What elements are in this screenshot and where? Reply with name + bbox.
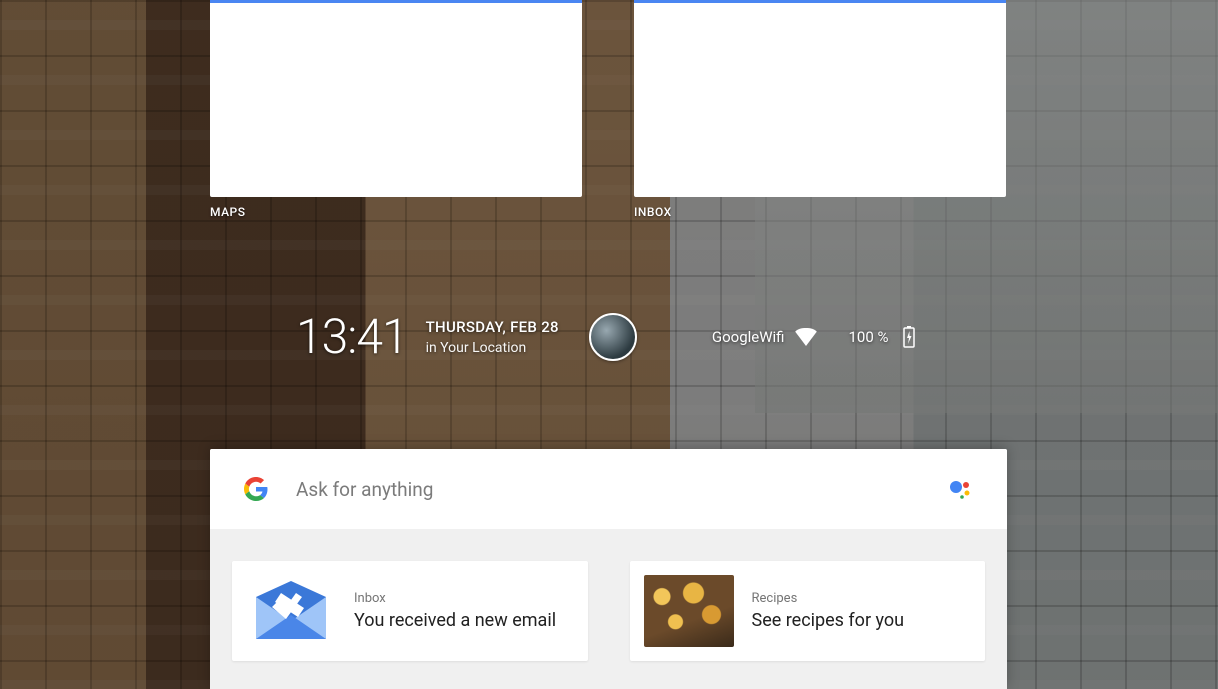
feed-card-label: Inbox	[354, 591, 556, 606]
clock-block: 13:41 THURSDAY, FEB 28 in Your Location	[296, 308, 559, 365]
status-row: 13:41 THURSDAY, FEB 28 in Your Location …	[0, 308, 1218, 365]
widget-maps-wrapper: MAPS	[210, 0, 582, 219]
widget-inbox-label: INBOX	[634, 205, 1006, 219]
clock-time: 13:41	[296, 308, 408, 365]
feed-card-inbox[interactable]: Inbox You received a new email	[232, 561, 588, 661]
search-input[interactable]	[296, 478, 947, 501]
widget-maps-label: MAPS	[210, 205, 582, 219]
widget-maps[interactable]	[210, 0, 582, 197]
feed-card-recipes[interactable]: Recipes See recipes for you	[630, 561, 986, 661]
search-bar[interactable]	[210, 449, 1007, 529]
battery-percent: 100 %	[849, 328, 889, 346]
assistant-icon[interactable]	[947, 476, 973, 502]
battery-status[interactable]: 100 %	[849, 326, 915, 348]
clock-location: in Your Location	[426, 340, 559, 356]
feed-card-label: Recipes	[752, 591, 905, 606]
google-logo-icon	[244, 477, 268, 501]
clock-date: THURSDAY, FEB 28	[426, 318, 559, 336]
widget-inbox-wrapper: INBOX	[634, 0, 1006, 219]
battery-charging-icon	[903, 326, 915, 348]
bottom-panel: Inbox You received a new email Recipes S…	[210, 449, 1007, 689]
top-widgets-row: MAPS INBOX	[210, 0, 1006, 219]
feed-card-body: See recipes for you	[752, 610, 905, 631]
wifi-name: GoogleWifi	[712, 328, 785, 346]
feed-cards-row: Inbox You received a new email Recipes S…	[210, 529, 1007, 689]
feed-card-body: You received a new email	[354, 610, 556, 631]
wifi-status[interactable]: GoogleWifi	[712, 328, 817, 346]
inbox-icon	[246, 575, 336, 647]
widget-inbox[interactable]	[634, 0, 1006, 197]
avatar[interactable]	[589, 313, 637, 361]
status-right: GoogleWifi 100 %	[712, 326, 915, 348]
wifi-icon	[795, 328, 817, 346]
recipe-thumbnail	[644, 575, 734, 647]
